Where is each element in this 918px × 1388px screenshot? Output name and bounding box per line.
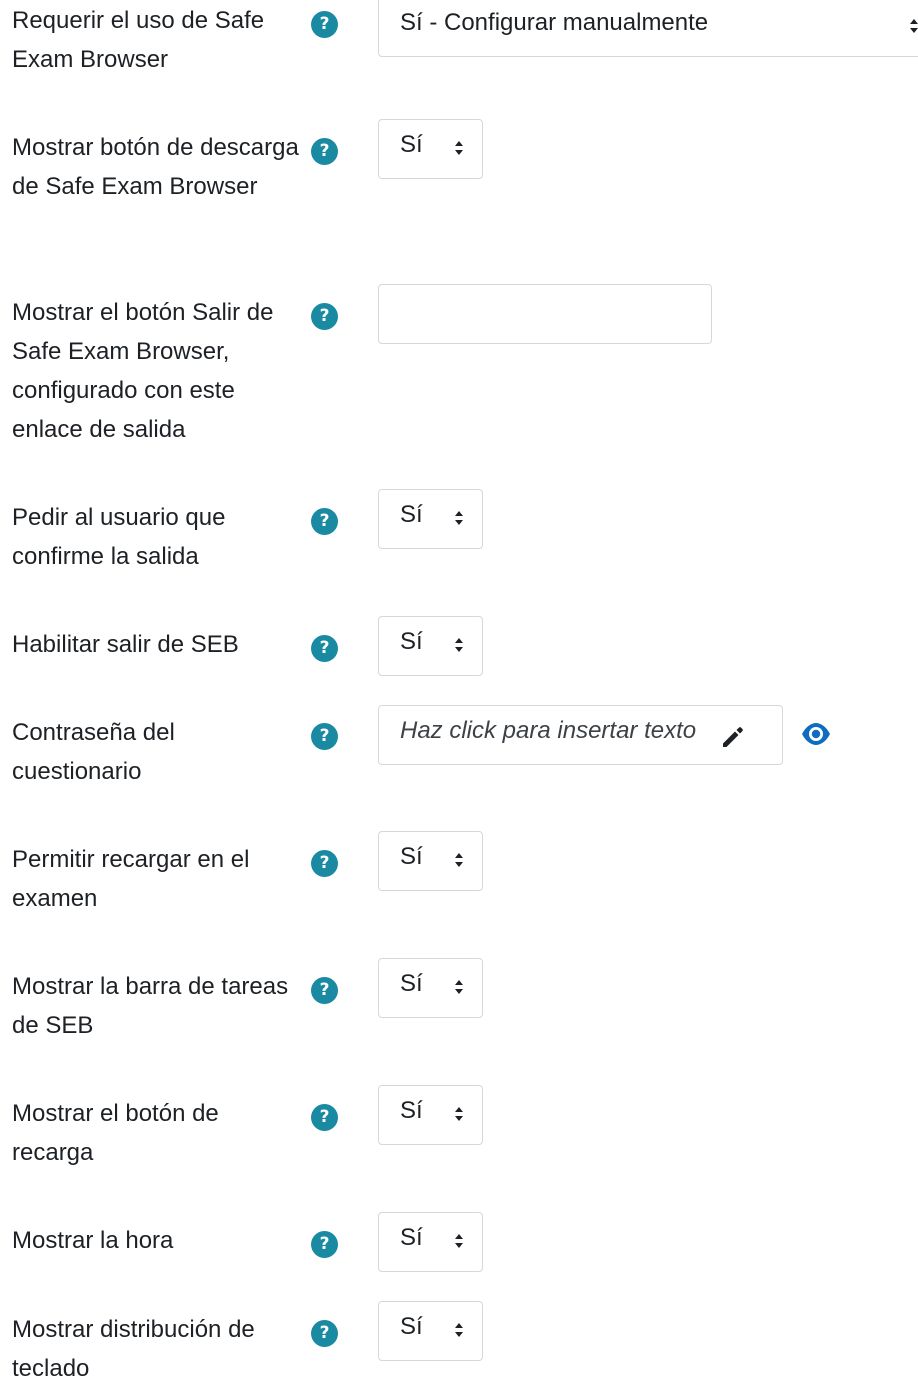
- sort-caret-icon: [455, 1234, 463, 1248]
- show-keyboard-layout-select[interactable]: Sí: [378, 1301, 483, 1361]
- confirm-quit-select[interactable]: Sí: [378, 489, 483, 549]
- field-label: Contraseña del cuestionario: [12, 719, 175, 785]
- select-value: Sí: [400, 501, 423, 528]
- field-label: Mostrar la hora: [12, 1227, 174, 1254]
- question-circle-icon[interactable]: ?: [311, 1231, 338, 1258]
- field-label: Requerir el uso de Safe Exam Browser: [12, 7, 265, 73]
- question-circle-icon[interactable]: ?: [311, 635, 338, 662]
- question-circle-icon[interactable]: ?: [311, 1104, 338, 1131]
- show-taskbar-select[interactable]: Sí: [378, 958, 483, 1018]
- question-circle-icon[interactable]: ?: [311, 723, 338, 750]
- select-value: Sí: [400, 628, 423, 655]
- eye-icon[interactable]: [800, 721, 832, 747]
- sort-caret-icon: [455, 1323, 463, 1337]
- field-label: Mostrar el botón de recarga: [12, 1100, 219, 1166]
- require-seb-select[interactable]: Sí - Configurar manualmente: [378, 0, 918, 57]
- field-label: Mostrar botón de descarga de Safe Exam B…: [12, 134, 299, 200]
- sort-caret-icon: [455, 638, 463, 652]
- sort-caret-icon: [455, 980, 463, 994]
- select-value: Sí - Configurar manualmente: [400, 9, 709, 36]
- quiz-password-input[interactable]: Haz click para insertar texto: [378, 705, 783, 765]
- question-circle-icon[interactable]: ?: [311, 138, 338, 165]
- field-label: Mostrar la barra de tareas de SEB: [12, 973, 289, 1039]
- select-value: Sí: [400, 1224, 423, 1251]
- question-circle-icon[interactable]: ?: [311, 303, 338, 330]
- question-circle-icon[interactable]: ?: [311, 11, 338, 38]
- sort-caret-icon: [455, 853, 463, 867]
- sort-caret-icon: [455, 1107, 463, 1121]
- field-label: Mostrar el botón Salir de Safe Exam Brow…: [12, 299, 274, 443]
- select-value: Sí: [400, 1097, 423, 1124]
- field-label: Habilitar salir de SEB: [12, 631, 239, 658]
- show-time-select[interactable]: Sí: [378, 1212, 483, 1272]
- field-label: Permitir recargar en el examen: [12, 846, 250, 912]
- sort-caret-icon: [455, 141, 463, 155]
- question-circle-icon[interactable]: ?: [311, 977, 338, 1004]
- question-circle-icon[interactable]: ?: [311, 508, 338, 535]
- password-placeholder: Haz click para insertar texto: [400, 717, 697, 744]
- select-value: Sí: [400, 131, 423, 158]
- question-circle-icon[interactable]: ?: [311, 1320, 338, 1347]
- allow-reload-select[interactable]: Sí: [378, 831, 483, 891]
- pencil-icon[interactable]: [720, 724, 746, 750]
- sort-caret-icon: [455, 511, 463, 525]
- field-label: Pedir al usuario que confirme la salida: [12, 504, 226, 570]
- sort-caret-icon: [910, 19, 918, 33]
- field-label: Mostrar distribución de teclado: [12, 1316, 255, 1382]
- enable-quit-select[interactable]: Sí: [378, 616, 483, 676]
- select-value: Sí: [400, 843, 423, 870]
- select-value: Sí: [400, 970, 423, 997]
- select-value: Sí: [400, 1313, 423, 1340]
- show-download-button-select[interactable]: Sí: [378, 119, 483, 179]
- quit-link-input[interactable]: [378, 284, 712, 344]
- show-reload-button-select[interactable]: Sí: [378, 1085, 483, 1145]
- question-circle-icon[interactable]: ?: [311, 850, 338, 877]
